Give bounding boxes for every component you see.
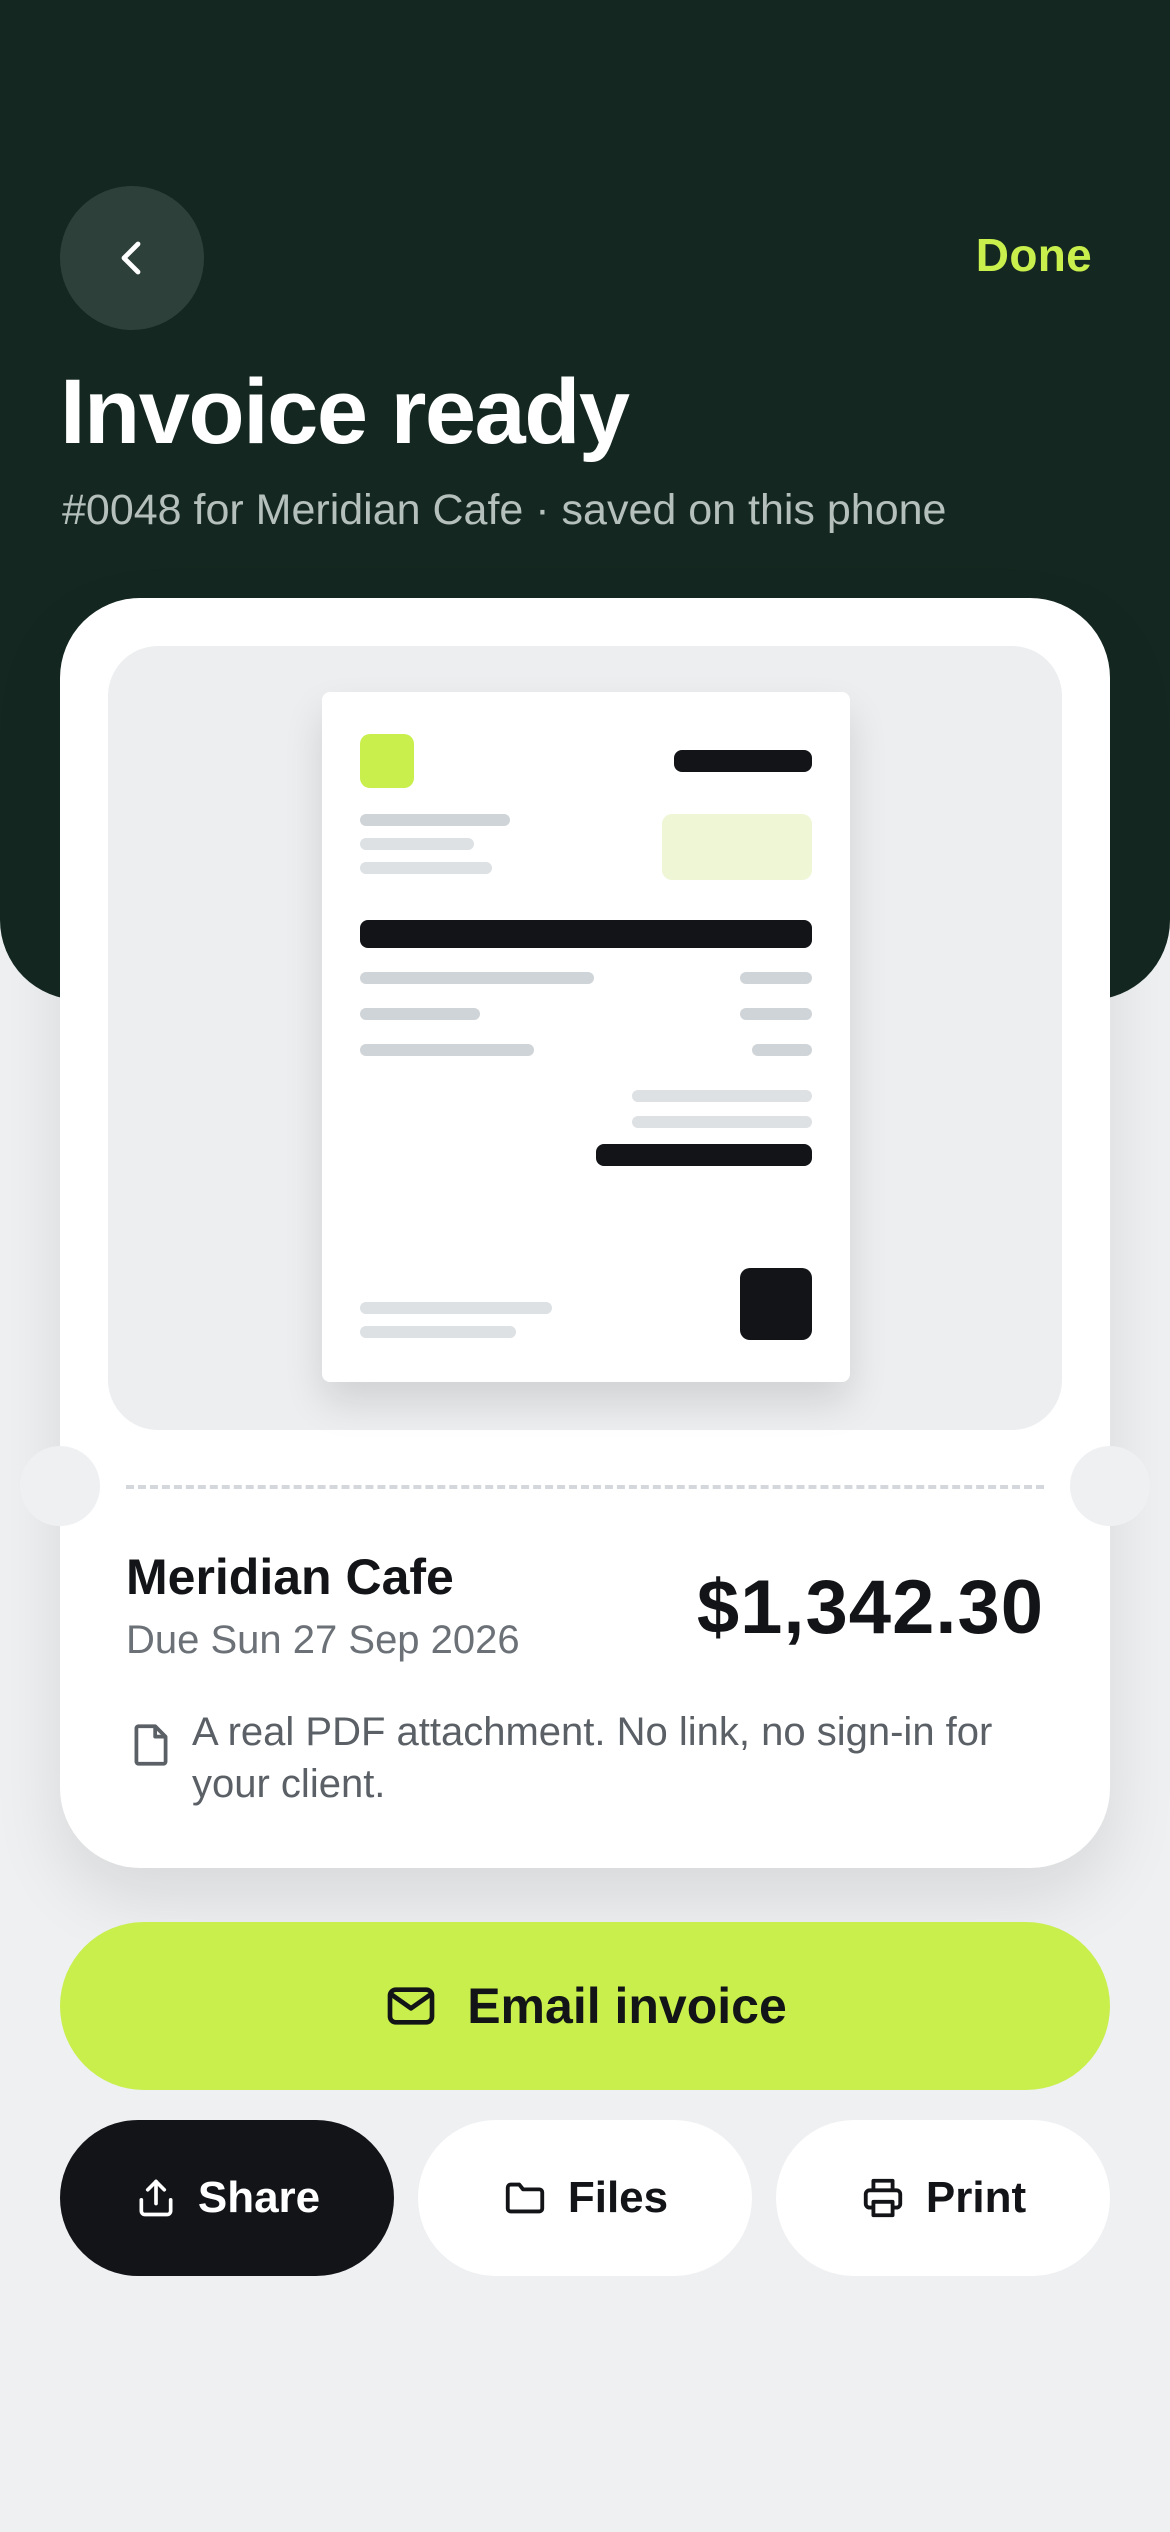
doc-table-header (360, 920, 812, 948)
doc-title-line (674, 750, 812, 772)
print-label: Print (925, 2173, 1027, 2222)
done-button[interactable]: Done (976, 228, 1092, 282)
doc-item-line (360, 1008, 480, 1020)
mail-icon (387, 1987, 435, 2025)
invoice-amount: $1,342.30 (696, 1565, 1044, 1650)
share-icon (139, 2179, 173, 2217)
client-name: Meridian Cafe (126, 1549, 454, 1605)
share-button[interactable]: Share (60, 2120, 394, 2276)
due-date: Due Sun 27 Sep 2026 (126, 1618, 520, 1662)
ticket-notch-left (20, 1446, 100, 1526)
attachment-note-text: A real PDF attachment. No link, no sign-… (192, 1710, 993, 1806)
invoice-card: Meridian Cafe Due Sun 27 Sep 2026 $1,342… (20, 598, 1150, 1868)
ticket-divider (126, 1485, 1044, 1489)
chevron-left-icon (121, 241, 141, 275)
doc-status-badge (662, 814, 812, 880)
ticket-notch-right (1070, 1446, 1150, 1526)
doc-qr-code (740, 1268, 812, 1340)
doc-footer-line (360, 1302, 552, 1314)
doc-total-line (596, 1144, 812, 1166)
print-button[interactable]: Print (776, 2120, 1110, 2276)
email-invoice-button[interactable]: Email invoice (60, 1922, 1110, 2090)
files-label: Files (567, 2173, 669, 2222)
doc-item-line (360, 1044, 534, 1056)
doc-sender-line (360, 862, 492, 874)
doc-footer-line (360, 1326, 516, 1338)
pdf-preview[interactable] (108, 646, 1062, 1430)
doc-item-line (360, 972, 594, 984)
files-button[interactable]: Files (418, 2120, 752, 2276)
doc-sender-line (360, 838, 474, 850)
printer-icon (863, 2178, 903, 2218)
doc-sender-line (360, 814, 510, 826)
folder-icon (505, 2182, 545, 2214)
attachment-note: A real PDF attachment. No link, no sign-… (126, 1706, 1046, 1810)
file-icon (134, 1724, 168, 1766)
doc-subtotal-line (632, 1090, 812, 1102)
doc-item-line (740, 972, 812, 984)
page-title: Invoice ready (60, 361, 630, 463)
invoice-thumbnail (322, 692, 850, 1382)
doc-logo (360, 734, 414, 788)
email-invoice-label: Email invoice (467, 1978, 787, 2034)
share-label: Share (197, 2173, 321, 2222)
doc-item-line (740, 1008, 812, 1020)
page-subtitle: #0048 for Meridian Cafe · saved on this … (62, 486, 947, 534)
doc-subtotal-line (632, 1116, 812, 1128)
back-button[interactable] (60, 186, 204, 330)
doc-item-line (752, 1044, 812, 1056)
